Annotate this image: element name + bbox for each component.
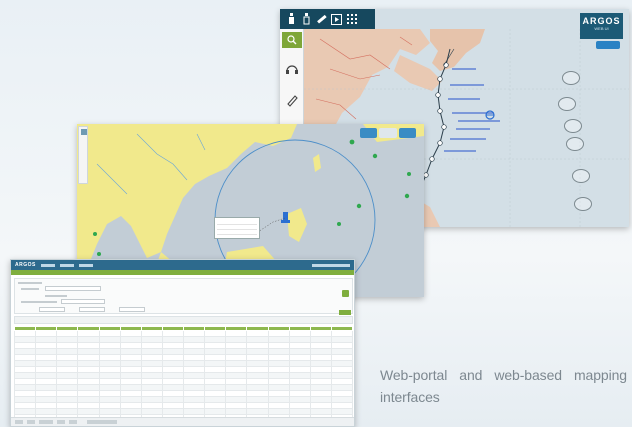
zone-marker[interactable] <box>572 169 590 183</box>
table-logo: ARGOS <box>15 262 36 268</box>
settings-button[interactable] <box>398 128 416 138</box>
argos-logo-subtext: WEB UI <box>594 26 609 31</box>
play-icon[interactable] <box>331 13 342 26</box>
search-button[interactable] <box>342 290 349 297</box>
caption-text: Web-portal and web-based mapping interfa… <box>380 367 627 405</box>
argos-logo: ARGOS WEB UI <box>580 13 623 39</box>
ruler-icon[interactable] <box>316 13 327 26</box>
table-title-bar <box>11 270 354 275</box>
form-label <box>45 295 67 297</box>
program-select[interactable] <box>45 286 101 291</box>
time-field[interactable] <box>119 307 145 312</box>
beacon-alt-icon[interactable] <box>301 13 312 26</box>
grid-icon[interactable] <box>346 13 357 26</box>
page-number-field[interactable] <box>39 420 53 424</box>
vessel-info-popup[interactable] <box>214 217 260 239</box>
nav-item[interactable] <box>40 263 55 267</box>
argos-toolbar <box>280 9 375 29</box>
popup-row <box>217 230 257 235</box>
zone-marker[interactable] <box>574 197 592 211</box>
first-page-button[interactable] <box>15 420 23 424</box>
next-page-button[interactable] <box>57 420 65 424</box>
argos-logo-text: ARGOS <box>582 16 621 26</box>
zoom-icon <box>287 35 297 45</box>
last-page-button[interactable] <box>69 420 77 424</box>
form-label <box>21 301 57 303</box>
period-select[interactable] <box>61 299 105 304</box>
results-header <box>14 316 353 324</box>
table-pagination <box>11 417 354 426</box>
zoom-button[interactable] <box>81 129 87 135</box>
pencil-icon[interactable] <box>285 93 299 107</box>
promo-composition: ARGOS WEB UI ARGOS Web-portal and web-ba… <box>0 0 632 427</box>
help-button[interactable] <box>596 41 620 49</box>
form-label <box>18 282 42 284</box>
export-button[interactable] <box>339 310 351 315</box>
nav-item[interactable] <box>59 263 74 267</box>
zone-marker[interactable] <box>558 97 576 111</box>
date-to-field[interactable] <box>79 307 105 312</box>
layer-button[interactable] <box>360 128 378 138</box>
nav-item[interactable] <box>78 263 93 267</box>
zone-marker[interactable] <box>564 119 582 133</box>
user-menu[interactable] <box>312 263 350 267</box>
form-label <box>21 288 39 290</box>
search-button[interactable] <box>379 128 397 138</box>
headset-icon[interactable] <box>285 62 299 76</box>
results-table <box>13 326 354 421</box>
zone-marker[interactable] <box>566 137 584 151</box>
beacon-icon[interactable] <box>286 13 297 26</box>
asia-top-controls <box>360 128 416 138</box>
prev-page-button[interactable] <box>27 420 35 424</box>
filter-form <box>14 278 353 314</box>
zoom-button[interactable] <box>282 32 302 48</box>
page-size-select[interactable] <box>87 420 117 424</box>
table-top-bar: ARGOS <box>11 260 354 270</box>
zone-marker[interactable] <box>562 71 580 85</box>
asia-toolbar <box>78 126 88 184</box>
data-table-window: ARGOS <box>10 259 355 427</box>
date-from-field[interactable] <box>39 307 65 312</box>
